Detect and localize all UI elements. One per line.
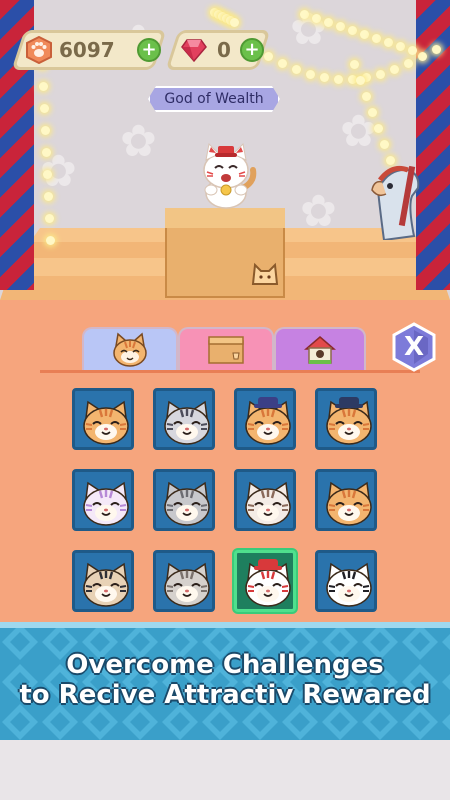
ruby-gem-icon [181, 39, 207, 63]
cat-face-icon [164, 562, 210, 607]
cat-face-icon [245, 481, 291, 526]
light-bulb [44, 192, 53, 201]
tab-items[interactable] [178, 327, 274, 371]
cat-sticker-icon [251, 262, 279, 285]
light-bulb [396, 42, 405, 51]
light-bulb [230, 18, 239, 27]
cat-face-icon [113, 332, 147, 367]
light-bulb [334, 74, 343, 84]
cat-title-banner: God of Wealth [148, 86, 280, 112]
light-bulb [46, 236, 55, 245]
cat-face-icon [326, 481, 372, 526]
light-bulb [306, 69, 315, 79]
light-bulb [336, 22, 345, 31]
cat-slot-black-cape-cat[interactable] [72, 550, 134, 612]
add-coins-button[interactable]: + [137, 38, 161, 62]
light-bulb [320, 73, 329, 83]
light-bulb [40, 104, 49, 113]
light-bulb [362, 92, 371, 101]
light-bulb [404, 58, 413, 68]
cat-slot-tuxedo-cat[interactable] [315, 550, 377, 612]
cat-face-icon [164, 400, 210, 445]
cat-face-icon [326, 397, 372, 445]
coin-count: 6097 [59, 38, 115, 62]
flower-decoration: ✿ [120, 116, 157, 167]
close-button[interactable]: X [390, 322, 438, 372]
paw-coin-icon [26, 36, 52, 64]
light-bulb [376, 69, 385, 79]
tab-cats[interactable] [82, 327, 178, 371]
light-bulb [360, 30, 369, 39]
cat-face-icon [245, 397, 291, 445]
cat-slot-grey-cat[interactable] [153, 469, 215, 531]
striped-pole-right [416, 0, 450, 290]
cat-slot-tabby-orange-2[interactable] [315, 469, 377, 531]
light-bulb [384, 38, 393, 47]
tab-houses[interactable] [274, 327, 366, 371]
light-bulb [390, 64, 399, 74]
cat-slot-raccoon[interactable] [153, 388, 215, 450]
cat-face-icon [326, 562, 372, 607]
light-bulb [350, 60, 359, 69]
light-bulb [356, 76, 365, 85]
light-bulb [372, 34, 381, 43]
light-bulb [278, 58, 287, 68]
light-bulb [324, 18, 333, 27]
light-bulb [312, 14, 321, 23]
light-bulb [43, 170, 52, 179]
bottom-strip [0, 740, 450, 800]
light-bulb [41, 126, 50, 135]
toy-horse-decoration [371, 165, 420, 240]
cat-face-icon [83, 562, 129, 607]
light-bulb [380, 140, 389, 149]
add-gems-button[interactable]: + [240, 38, 264, 62]
tabs-divider [40, 370, 420, 373]
cat-slot-police-cat[interactable] [234, 388, 296, 450]
cat-slot-tabby-orange[interactable] [72, 388, 134, 450]
light-bulb [292, 64, 301, 74]
close-icon: X [403, 332, 425, 362]
cat-slot-siamese-cat[interactable] [234, 469, 296, 531]
house-icon [304, 336, 336, 364]
cat-slot-purple-cat[interactable] [72, 469, 134, 531]
light-bulb [374, 124, 383, 133]
cat-face-icon [245, 559, 291, 607]
cardboard-box-lid [165, 208, 285, 228]
light-bulb [348, 26, 357, 35]
light-bulb [432, 45, 441, 54]
fortune-cat-character[interactable] [193, 138, 259, 210]
cat-collection-grid [72, 388, 382, 613]
light-bulb [408, 46, 417, 55]
cat-slot-captain-cat[interactable] [315, 388, 377, 450]
light-bulb [45, 214, 54, 223]
cat-slot-fortune-cat[interactable] [234, 550, 296, 612]
light-bulb [300, 10, 309, 19]
promo-headline-1: Overcome Challenges [66, 650, 384, 680]
light-bulb [368, 108, 377, 117]
cat-face-icon [164, 481, 210, 526]
cat-face-icon [83, 481, 129, 526]
light-bulb [39, 82, 48, 91]
cat-slot-grey-tabby[interactable] [153, 550, 215, 612]
cat-face-icon [83, 400, 129, 445]
light-bulb [42, 148, 51, 157]
box-icon [208, 336, 244, 364]
promo-headline-2: to Recive Attractiv Rewared [19, 680, 431, 710]
gem-count: 0 [217, 38, 231, 62]
